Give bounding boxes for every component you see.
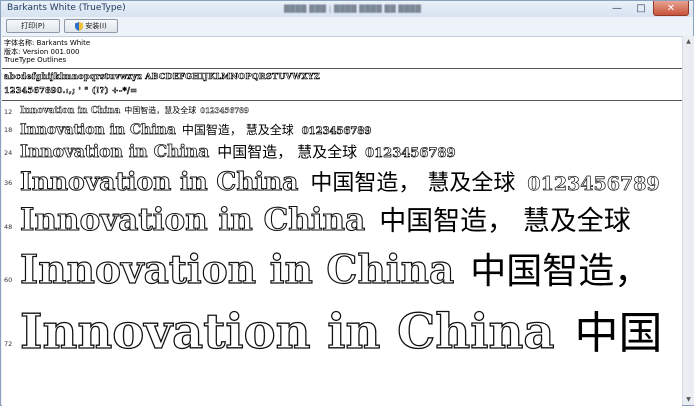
install-button[interactable]: 安装(I)	[64, 19, 118, 33]
sample-latin: Innovation in China	[20, 122, 177, 139]
sample-text: Innovation in China 中国智造， 慧及全球 012345678…	[20, 141, 456, 163]
window-controls: — □ ✕	[605, 1, 689, 16]
sample-latin: Innovation in China	[19, 201, 366, 238]
sample-digits: 0123456789	[527, 173, 660, 196]
sample-latin: Innovation in China	[20, 106, 121, 117]
sample-cjk: 中国智造，慧及全球	[124, 106, 197, 115]
scroll-up-arrow-icon[interactable]: ▲	[684, 37, 693, 46]
sample-cjk: 中国智造， 慧及全球	[181, 123, 294, 137]
size-label: 18	[4, 126, 13, 134]
title-bar: Barkants White (TrueType) ████ ███ | ███…	[1, 1, 693, 17]
sample-text: Innovation in China 中国智造，慧及全球 0123456789	[20, 105, 249, 117]
size-label: 60	[4, 276, 13, 284]
window-title: Barkants White (TrueType)	[7, 3, 126, 13]
sample-digits: 0123456789	[365, 146, 456, 162]
font-viewer-window: Barkants White (TrueType) ████ ███ | ███…	[0, 0, 694, 406]
sample-digits: 0123456789	[301, 126, 372, 138]
sample-latin: Innovation in China	[19, 246, 455, 293]
size-label: 36	[4, 179, 13, 187]
close-button[interactable]: ✕	[653, 1, 689, 16]
maximize-button[interactable]: □	[629, 1, 653, 15]
font-version-line: 版本: Version 001.000	[4, 47, 80, 56]
sample-cjk: 中国智造， 慧及全球	[310, 171, 516, 196]
sample-text: Innovation in China 中国智造， 慧及全球	[19, 199, 631, 238]
sample-text: Innovation in China 中国智造， 慧及全球 012345678…	[20, 121, 372, 139]
size-label: 24	[4, 149, 13, 157]
install-button-label: 安装(I)	[85, 22, 107, 30]
blurred-menu-text: ████ ███ | ████ ████ ██ ████	[284, 5, 422, 13]
sample-text: Innovation in China 中国智造，	[19, 242, 651, 294]
sample-cjk: 中国智造， 慧及全球	[379, 206, 631, 237]
size-label: 48	[4, 223, 13, 231]
vertical-scrollbar[interactable]: ▲ ▼	[682, 36, 694, 405]
charset-symbols: 1234567890.:,; ' " (!?) +-*/=	[4, 85, 138, 96]
size-label: 72	[4, 340, 13, 348]
font-name-line: 字体名称: Barkants White	[4, 39, 91, 47]
toolbar: 打印(P) 安装(I)	[1, 17, 693, 36]
size-label: 12	[4, 108, 13, 116]
sample-text: Innovation in China 中国智造， 慧及全球 012345678…	[19, 165, 660, 197]
sample-latin: Innovation in China	[19, 303, 555, 360]
minimize-button[interactable]: —	[605, 1, 629, 15]
sample-text: Innovation in China 中国	[19, 297, 663, 361]
sample-cjk: 中国	[574, 308, 663, 359]
sample-latin: Innovation in China	[19, 167, 299, 197]
sample-cjk: 中国智造，	[470, 251, 651, 292]
font-type-line: TrueType Outlines	[4, 56, 67, 65]
divider	[2, 68, 682, 69]
sample-digits: 0123456789	[200, 106, 249, 115]
sample-cjk: 中国智造， 慧及全球	[217, 143, 358, 161]
charset-letters: abcdefghijklmnopqrstuvwxyz ABCDEFGHIJKLM…	[4, 71, 321, 82]
font-info: 字体名称: Barkants White 版本: Version 001.000…	[4, 39, 90, 65]
scroll-down-arrow-icon[interactable]: ▼	[684, 395, 693, 404]
print-button-label: 打印(P)	[21, 22, 45, 30]
print-button[interactable]: 打印(P)	[6, 19, 60, 33]
divider	[2, 100, 682, 101]
font-preview-area: 字体名称: Barkants White 版本: Version 001.000…	[2, 36, 682, 406]
uac-shield-icon	[75, 21, 84, 31]
sample-latin: Innovation in China	[20, 142, 210, 163]
